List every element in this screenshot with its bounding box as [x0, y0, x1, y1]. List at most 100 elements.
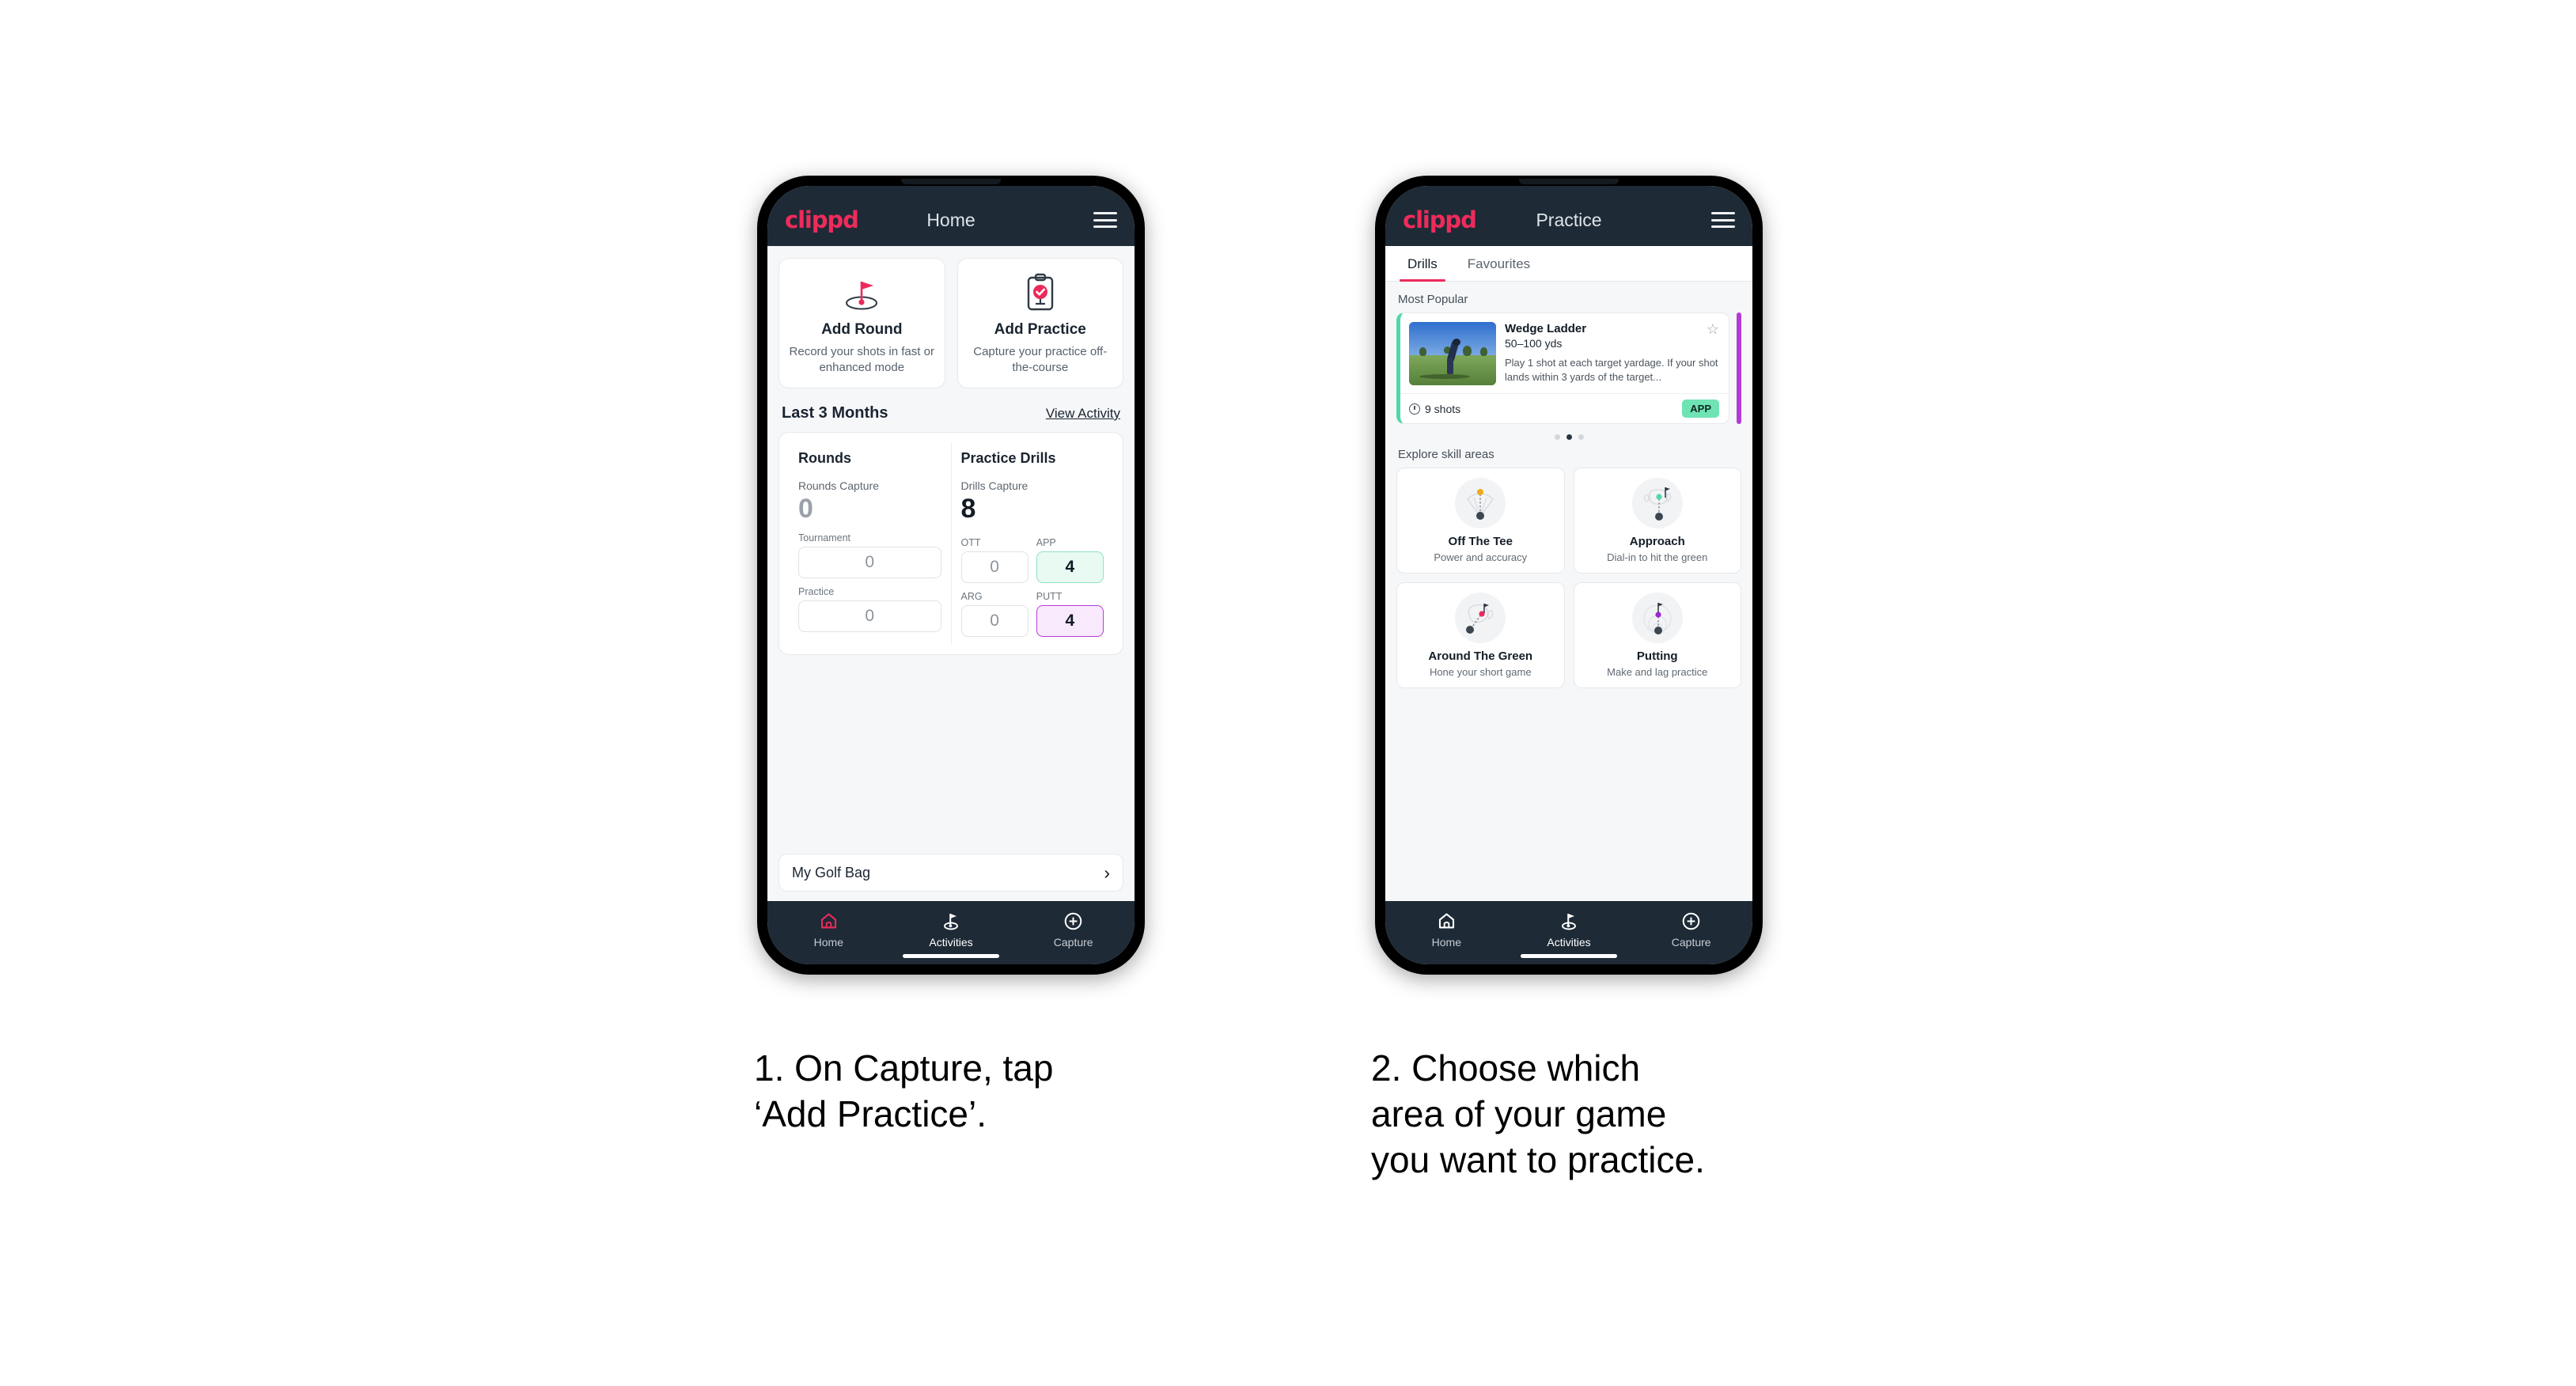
app-field[interactable]: APP 4: [1036, 537, 1104, 583]
carousel-dot-active[interactable]: [1566, 434, 1572, 440]
page-root: clippd Home Add Round Record your shots …: [0, 0, 2576, 1386]
nav-item-home[interactable]: Home: [1385, 911, 1508, 949]
drill-card-next-peek[interactable]: [1737, 312, 1741, 424]
ott-label: OTT: [960, 536, 981, 548]
my-golf-bag-label: My Golf Bag: [792, 864, 871, 880]
drills-fields-row1: OTT 0 APP 4: [960, 536, 1104, 583]
hamburger-icon[interactable]: [1711, 212, 1735, 228]
phone-speaker: [1519, 179, 1619, 184]
add-practice-card[interactable]: Add Practice Capture your practice off-t…: [957, 258, 1123, 388]
add-practice-subtitle: Capture your practice off-the-course: [973, 345, 1108, 374]
arg-value: 0: [960, 604, 1029, 637]
tab-favourites[interactable]: Favourites: [1460, 246, 1538, 281]
home-icon: [1385, 911, 1508, 931]
skill-subtitle: Make and lag practice: [1607, 666, 1708, 678]
stats-card: Rounds Rounds Capture 0 Tournament 0 Pra…: [778, 431, 1123, 655]
drill-thumbnail: [1409, 322, 1496, 385]
drills-fields-row2: ARG 0 PUTT 4: [960, 590, 1104, 637]
phone-screen-practice: clippd Practice Drills Favourites Most P…: [1385, 186, 1752, 964]
carousel-dots[interactable]: [1396, 424, 1741, 443]
caption-step-1: 1. On Capture, tap ‘Add Practice’.: [754, 1047, 1054, 1134]
clock-icon: [1409, 403, 1420, 415]
ott-field[interactable]: OTT 0: [960, 536, 1029, 583]
rounds-capture-label: Rounds Capture: [798, 479, 879, 492]
golf-flag-icon: [890, 911, 1013, 931]
quick-actions: Add Round Record your shots in fast or e…: [778, 258, 1123, 388]
app-label: APP: [1036, 536, 1056, 548]
carousel-dot[interactable]: [1554, 434, 1560, 440]
practice-tabs: Drills Favourites: [1385, 246, 1752, 282]
view-activity-link[interactable]: View Activity: [1046, 406, 1120, 422]
phone-mockup-practice: clippd Practice Drills Favourites Most P…: [1375, 176, 1763, 975]
skill-title: Off The Tee: [1448, 535, 1513, 548]
hamburger-icon[interactable]: [1093, 212, 1117, 228]
section-title: Last 3 Months: [782, 403, 888, 422]
arg-label: ARG: [960, 590, 983, 602]
activity-section-header: Last 3 Months View Activity: [778, 388, 1123, 432]
arg-field[interactable]: ARG 0: [960, 590, 1029, 637]
add-round-subtitle: Record your shots in fast or enhanced mo…: [789, 345, 934, 374]
skill-card-off-the-tee[interactable]: Off The Tee Power and accuracy: [1396, 468, 1565, 574]
nav-label-capture: Capture: [1053, 936, 1093, 949]
star-outline-icon[interactable]: ☆: [1707, 322, 1719, 336]
nav-label-activities: Activities: [929, 936, 973, 949]
home-indicator: [1521, 954, 1617, 958]
skill-card-approach[interactable]: Approach Dial-in to hit the green: [1573, 468, 1741, 574]
skill-subtitle: Power and accuracy: [1434, 551, 1528, 563]
drills-capture-value: 8: [960, 493, 976, 524]
tournament-label: Tournament: [798, 532, 851, 543]
practice-value: 0: [798, 600, 941, 632]
my-golf-bag-row[interactable]: My Golf Bag ›: [778, 854, 1123, 892]
nav-item-activities[interactable]: Activities: [1508, 911, 1631, 949]
bottom-nav-practice: Home Activities Capture: [1385, 901, 1752, 964]
tournament-value: 0: [798, 546, 941, 578]
putt-field[interactable]: PUTT 4: [1036, 591, 1104, 637]
home-indicator: [903, 954, 999, 958]
skill-card-putting[interactable]: Putting Make and lag practice: [1573, 582, 1741, 688]
drill-card-wedge-ladder[interactable]: Wedge Ladder 50–100 yds ☆ Play 1 shot at…: [1396, 312, 1729, 424]
chevron-right-icon: ›: [1104, 862, 1110, 883]
clipboard-check-icon: [966, 272, 1116, 313]
practice-content: Most Popular Wedge Ladder 50–100 yds ☆ P…: [1385, 282, 1752, 901]
status-badge-app: APP: [1682, 400, 1719, 418]
nav-item-capture[interactable]: Capture: [1630, 911, 1752, 949]
nav-item-activities[interactable]: Activities: [890, 911, 1013, 949]
skill-title: Around The Green: [1428, 649, 1533, 663]
drill-description: Play 1 shot at each target yardage. If y…: [1505, 357, 1718, 384]
ott-value: 0: [960, 551, 1029, 583]
drills-heading: Practice Drills: [960, 449, 1056, 466]
drill-shots-label: 9 shots: [1425, 402, 1461, 415]
tab-drills[interactable]: Drills: [1400, 246, 1445, 282]
golf-flag-icon: [1508, 911, 1631, 931]
most-popular-label: Most Popular: [1398, 293, 1468, 306]
home-icon: [767, 911, 890, 931]
add-round-card[interactable]: Add Round Record your shots in fast or e…: [778, 258, 945, 388]
nav-label-home: Home: [1431, 936, 1462, 949]
nav-label-capture: Capture: [1671, 936, 1711, 949]
clippd-logo[interactable]: clippd: [785, 206, 859, 233]
around-the-green-icon: [1455, 593, 1506, 643]
drills-capture-label: Drills Capture: [960, 479, 1029, 492]
nav-label-activities: Activities: [1547, 936, 1591, 949]
clippd-logo[interactable]: clippd: [1403, 206, 1477, 233]
rounds-fields: Tournament 0 Practice 0: [798, 532, 941, 632]
nav-item-home[interactable]: Home: [767, 911, 890, 949]
caption-step-2: 2. Choose which area of your game you wa…: [1371, 1047, 1705, 1180]
rounds-column: Rounds Rounds Capture 0 Tournament 0 Pra…: [789, 442, 951, 645]
phone-mockup-home: clippd Home Add Round Record your shots …: [757, 176, 1145, 975]
drill-carousel[interactable]: Wedge Ladder 50–100 yds ☆ Play 1 shot at…: [1396, 312, 1741, 424]
practice-field[interactable]: Practice 0: [798, 586, 941, 632]
skill-card-around-the-green[interactable]: Around The Green Hone your short game: [1396, 582, 1565, 688]
phone-speaker: [901, 179, 1001, 184]
carousel-dot[interactable]: [1578, 434, 1584, 440]
skill-areas-grid: Off The Tee Power and accuracy Approach …: [1396, 468, 1741, 688]
bottom-nav-home: Home Activities Capture: [767, 901, 1135, 964]
app-value: 4: [1036, 551, 1104, 583]
add-practice-title: Add Practice: [994, 321, 1086, 338]
add-round-title: Add Round: [821, 321, 903, 338]
drills-column: Practice Drills Drills Capture 8 OTT 0 A…: [950, 441, 1114, 645]
nav-item-capture[interactable]: Capture: [1012, 911, 1135, 949]
drill-shots: 9 shots: [1409, 403, 1460, 415]
plus-circle-icon: [1012, 911, 1135, 931]
tournament-field[interactable]: Tournament 0: [798, 532, 941, 578]
